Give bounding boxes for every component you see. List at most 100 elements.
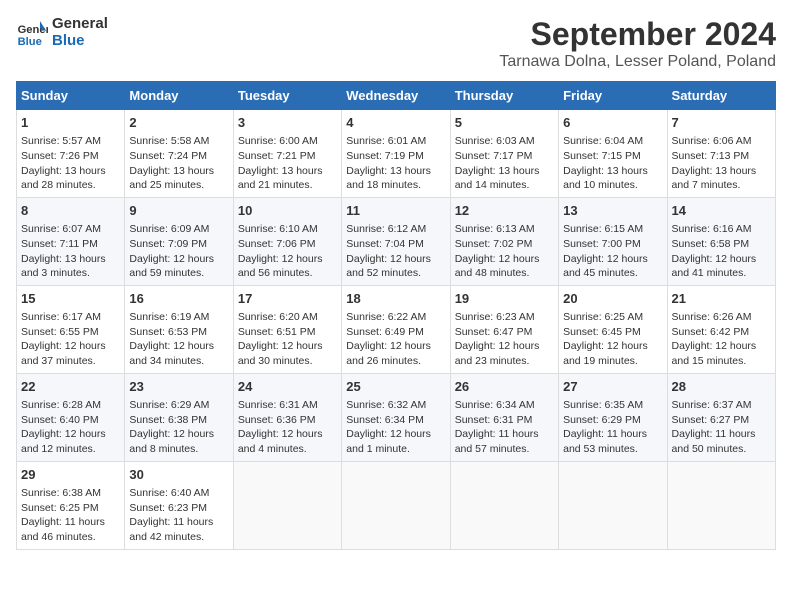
calendar-table: SundayMondayTuesdayWednesdayThursdayFrid… <box>16 81 776 550</box>
day-info: Sunrise: 6:35 AMSunset: 6:29 PMDaylight:… <box>563 398 662 457</box>
logo-line2: Blue <box>52 33 108 50</box>
day-number: 22 <box>21 378 120 396</box>
day-number: 8 <box>21 202 120 220</box>
weekday-header-monday: Monday <box>125 82 233 110</box>
calendar-week-row: 8 Sunrise: 6:07 AMSunset: 7:11 PMDaylight… <box>17 197 776 285</box>
day-info: Sunrise: 6:22 AMSunset: 6:49 PMDaylight:… <box>346 310 445 369</box>
calendar-cell: 30Sunrise: 6:40 AMSunset: 6:23 PMDayligh… <box>125 461 233 549</box>
calendar-cell: 26 Sunrise: 6:34 AMSunset: 6:31 PMDayligh… <box>450 373 558 461</box>
header: General Blue General Blue September 2024… <box>16 16 776 71</box>
day-info: Sunrise: 6:37 AMSunset: 6:27 PMDaylight:… <box>672 398 771 457</box>
day-number: 18 <box>346 290 445 308</box>
day-info: Sunrise: 6:01 AMSunset: 7:19 PMDaylight:… <box>346 134 445 193</box>
day-info: Sunrise: 6:03 AMSunset: 7:17 PMDaylight:… <box>455 134 554 193</box>
day-number: 12 <box>455 202 554 220</box>
calendar-cell: 2Sunrise: 5:58 AMSunset: 7:24 PMDaylight… <box>125 110 233 198</box>
calendar-cell: 4 Sunrise: 6:01 AMSunset: 7:19 PMDaylight… <box>342 110 450 198</box>
calendar-subtitle: Tarnawa Dolna, Lesser Poland, Poland <box>499 53 776 71</box>
day-number: 9 <box>129 202 228 220</box>
calendar-cell: 10 Sunrise: 6:10 AMSunset: 7:06 PMDayligh… <box>233 197 341 285</box>
calendar-cell: 15 Sunrise: 6:17 AMSunset: 6:55 PMDayligh… <box>17 285 125 373</box>
svg-text:General: General <box>18 24 48 36</box>
calendar-cell: 29Sunrise: 6:38 AMSunset: 6:25 PMDayligh… <box>17 461 125 549</box>
calendar-cell: 25Sunrise: 6:32 AMSunset: 6:34 PMDayligh… <box>342 373 450 461</box>
weekday-header-thursday: Thursday <box>450 82 558 110</box>
calendar-week-row: 1 Sunrise: 5:57 AMSunset: 7:26 PMDaylight… <box>17 110 776 198</box>
day-info: Sunrise: 6:23 AMSunset: 6:47 PMDaylight:… <box>455 310 554 369</box>
day-number: 24 <box>238 378 337 396</box>
calendar-cell: 19 Sunrise: 6:23 AMSunset: 6:47 PMDayligh… <box>450 285 558 373</box>
weekday-header-sunday: Sunday <box>17 82 125 110</box>
day-number: 17 <box>238 290 337 308</box>
day-number: 27 <box>563 378 662 396</box>
calendar-cell: 3Sunrise: 6:00 AMSunset: 7:21 PMDaylight… <box>233 110 341 198</box>
logo-icon: General Blue <box>16 17 48 49</box>
day-number: 23 <box>129 378 228 396</box>
day-info: Sunrise: 5:57 AMSunset: 7:26 PMDaylight:… <box>21 134 120 193</box>
day-info: Sunrise: 6:06 AMSunset: 7:13 PMDaylight:… <box>672 134 771 193</box>
calendar-cell: 18 Sunrise: 6:22 AMSunset: 6:49 PMDayligh… <box>342 285 450 373</box>
day-info: Sunrise: 5:58 AMSunset: 7:24 PMDaylight:… <box>129 134 228 193</box>
day-number: 13 <box>563 202 662 220</box>
day-number: 28 <box>672 378 771 396</box>
weekday-header-wednesday: Wednesday <box>342 82 450 110</box>
day-number: 3 <box>238 114 337 132</box>
weekday-header-saturday: Saturday <box>667 82 775 110</box>
day-number: 7 <box>672 114 771 132</box>
day-info: Sunrise: 6:09 AMSunset: 7:09 PMDaylight:… <box>129 222 228 281</box>
day-number: 5 <box>455 114 554 132</box>
weekday-header-tuesday: Tuesday <box>233 82 341 110</box>
day-number: 10 <box>238 202 337 220</box>
calendar-cell: 20 Sunrise: 6:25 AMSunset: 6:45 PMDayligh… <box>559 285 667 373</box>
day-number: 19 <box>455 290 554 308</box>
day-number: 4 <box>346 114 445 132</box>
calendar-cell: 27 Sunrise: 6:35 AMSunset: 6:29 PMDayligh… <box>559 373 667 461</box>
calendar-cell: 9 Sunrise: 6:09 AMSunset: 7:09 PMDaylight… <box>125 197 233 285</box>
calendar-cell: 23 Sunrise: 6:29 AMSunset: 6:38 PMDayligh… <box>125 373 233 461</box>
day-info: Sunrise: 6:10 AMSunset: 7:06 PMDaylight:… <box>238 222 337 281</box>
day-info: Sunrise: 6:19 AMSunset: 6:53 PMDaylight:… <box>129 310 228 369</box>
calendar-cell <box>667 461 775 549</box>
day-info: Sunrise: 6:26 AMSunset: 6:42 PMDaylight:… <box>672 310 771 369</box>
day-number: 29 <box>21 466 120 484</box>
day-info: Sunrise: 6:32 AMSunset: 6:34 PMDaylight:… <box>346 398 445 457</box>
calendar-cell: 14Sunrise: 6:16 AMSunset: 6:58 PMDayligh… <box>667 197 775 285</box>
day-info: Sunrise: 6:12 AMSunset: 7:04 PMDaylight:… <box>346 222 445 281</box>
day-number: 11 <box>346 202 445 220</box>
calendar-cell: 28 Sunrise: 6:37 AMSunset: 6:27 PMDayligh… <box>667 373 775 461</box>
calendar-cell: 6Sunrise: 6:04 AMSunset: 7:15 PMDaylight… <box>559 110 667 198</box>
calendar-title: September 2024 <box>499 16 776 53</box>
calendar-cell: 8 Sunrise: 6:07 AMSunset: 7:11 PMDaylight… <box>17 197 125 285</box>
day-info: Sunrise: 6:31 AMSunset: 6:36 PMDaylight:… <box>238 398 337 457</box>
calendar-cell: 21 Sunrise: 6:26 AMSunset: 6:42 PMDayligh… <box>667 285 775 373</box>
day-number: 14 <box>672 202 771 220</box>
calendar-cell <box>342 461 450 549</box>
day-info: Sunrise: 6:17 AMSunset: 6:55 PMDaylight:… <box>21 310 120 369</box>
weekday-header-friday: Friday <box>559 82 667 110</box>
day-number: 15 <box>21 290 120 308</box>
calendar-cell: 17 Sunrise: 6:20 AMSunset: 6:51 PMDayligh… <box>233 285 341 373</box>
calendar-cell: 16 Sunrise: 6:19 AMSunset: 6:53 PMDayligh… <box>125 285 233 373</box>
day-info: Sunrise: 6:25 AMSunset: 6:45 PMDaylight:… <box>563 310 662 369</box>
calendar-cell: 13Sunrise: 6:15 AMSunset: 7:00 PMDayligh… <box>559 197 667 285</box>
day-number: 1 <box>21 114 120 132</box>
calendar-week-row: 22 Sunrise: 6:28 AMSunset: 6:40 PMDayligh… <box>17 373 776 461</box>
calendar-week-row: 29Sunrise: 6:38 AMSunset: 6:25 PMDayligh… <box>17 461 776 549</box>
day-info: Sunrise: 6:29 AMSunset: 6:38 PMDaylight:… <box>129 398 228 457</box>
day-number: 21 <box>672 290 771 308</box>
day-number: 26 <box>455 378 554 396</box>
svg-text:Blue: Blue <box>18 36 42 48</box>
day-info: Sunrise: 6:28 AMSunset: 6:40 PMDaylight:… <box>21 398 120 457</box>
title-area: September 2024 Tarnawa Dolna, Lesser Pol… <box>499 16 776 71</box>
day-number: 16 <box>129 290 228 308</box>
calendar-cell <box>450 461 558 549</box>
calendar-cell: 11 Sunrise: 6:12 AMSunset: 7:04 PMDayligh… <box>342 197 450 285</box>
day-info: Sunrise: 6:34 AMSunset: 6:31 PMDaylight:… <box>455 398 554 457</box>
day-number: 20 <box>563 290 662 308</box>
calendar-cell: 7 Sunrise: 6:06 AMSunset: 7:13 PMDaylight… <box>667 110 775 198</box>
day-info: Sunrise: 6:07 AMSunset: 7:11 PMDaylight:… <box>21 222 120 281</box>
calendar-cell <box>233 461 341 549</box>
day-info: Sunrise: 6:20 AMSunset: 6:51 PMDaylight:… <box>238 310 337 369</box>
day-info: Sunrise: 6:13 AMSunset: 7:02 PMDaylight:… <box>455 222 554 281</box>
calendar-week-row: 15 Sunrise: 6:17 AMSunset: 6:55 PMDayligh… <box>17 285 776 373</box>
